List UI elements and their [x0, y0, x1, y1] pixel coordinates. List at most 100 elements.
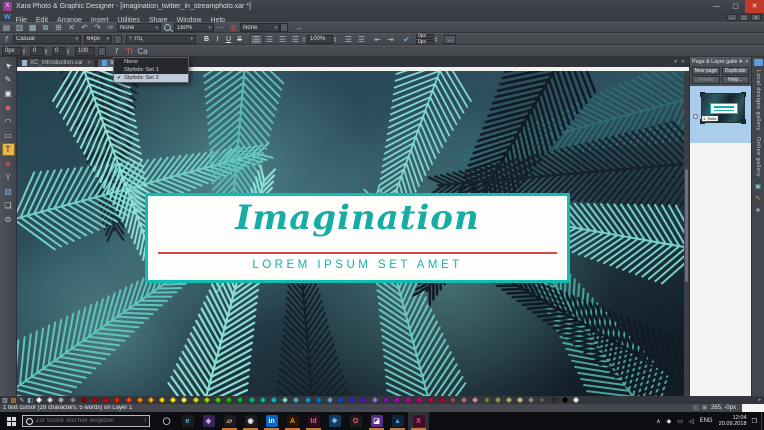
app-visual-studio[interactable]: ◆: [198, 412, 219, 430]
folder-icon[interactable]: [754, 59, 763, 66]
line-color-swatch[interactable]: [280, 23, 288, 32]
line-spacing-stepper2[interactable]: ▲▼: [333, 36, 338, 42]
color-swatch[interactable]: [483, 397, 490, 404]
tracking-field[interactable]: 0: [52, 47, 66, 56]
font-size-dropdown[interactable]: 64px▾: [84, 35, 112, 44]
app-indesign[interactable]: Id: [303, 412, 324, 430]
minimize-button[interactable]: —: [707, 0, 726, 13]
palette-options-icon[interactable]: ▥: [2, 397, 8, 404]
text-tool[interactable]: T: [2, 143, 15, 156]
more-options-button[interactable]: …: [444, 35, 456, 44]
app-xara-photo[interactable]: X: [408, 412, 429, 430]
selector-tool[interactable]: ➤: [2, 59, 15, 72]
numbered-list-icon[interactable]: ☰: [355, 35, 368, 44]
shadow-tool[interactable]: ❏: [2, 199, 15, 212]
effects-tool[interactable]: ▨: [2, 185, 15, 198]
notification-icon[interactable]: ❐: [752, 418, 757, 425]
app-opera[interactable]: O: [345, 412, 366, 430]
network-icon[interactable]: ▭: [677, 418, 683, 425]
color-swatch[interactable]: [92, 397, 99, 404]
open-folder-icon[interactable]: ▥: [13, 23, 26, 32]
fill-tool[interactable]: ◈: [2, 157, 15, 170]
feather-dropdown[interactable]: None▾: [117, 23, 161, 32]
color-editor-icon[interactable]: ▨: [11, 397, 17, 404]
color-swatch[interactable]: [304, 397, 311, 404]
color-swatch[interactable]: [573, 397, 580, 404]
task-view[interactable]: ◯: [156, 412, 177, 430]
stylistic-set-dropdown[interactable]: ¶ ттц▾: [126, 35, 196, 44]
volume-icon[interactable]: ◁: [689, 418, 694, 425]
tab-xc-introduction[interactable]: XC_Introduction.xar ✕: [17, 58, 96, 67]
close-button[interactable]: ✕: [745, 0, 764, 13]
color-swatch[interactable]: [136, 397, 143, 404]
line-spacing-field[interactable]: 100%: [307, 35, 333, 44]
doc-close-button[interactable]: ✕: [751, 14, 761, 21]
defender-icon[interactable]: ◆: [667, 418, 672, 425]
color-swatch[interactable]: [338, 397, 345, 404]
doc-restore-button[interactable]: ▢: [739, 14, 749, 21]
color-swatch[interactable]: [494, 397, 501, 404]
baseline-stepper[interactable]: ▲▼: [22, 48, 27, 54]
pin-icon[interactable]: ✚: [739, 59, 743, 65]
color-swatch[interactable]: [506, 397, 513, 404]
font-name-dropdown[interactable]: Casual▾: [13, 35, 81, 44]
color-swatch[interactable]: [192, 397, 199, 404]
text-color-button[interactable]: Tr: [123, 47, 136, 56]
color-swatch[interactable]: [215, 397, 222, 404]
tabbar-close-icon[interactable]: ✕: [681, 59, 685, 65]
canvas[interactable]: Imagination LOREM IPSUM SET AMET: [17, 67, 689, 396]
taskbar-clock[interactable]: 12:0420.09.2018: [719, 415, 747, 427]
color-swatch[interactable]: [170, 397, 177, 404]
page-radio[interactable]: [693, 114, 698, 119]
justify-button[interactable]: ☰: [289, 35, 302, 44]
taskbar-search[interactable]: ⁞: [22, 415, 150, 427]
color-swatch[interactable]: [528, 397, 535, 404]
current-color-icon[interactable]: ◧: [27, 397, 33, 404]
app-linkedin[interactable]: in: [261, 412, 282, 430]
designs-gallery-icon[interactable]: ▣: [755, 183, 761, 190]
gallery-tab-local-designs-gallery[interactable]: Local designs gallery: [755, 70, 761, 131]
bullet-list-icon[interactable]: ☰: [342, 35, 355, 44]
margin-fields[interactable]: 0px 0px: [416, 34, 434, 45]
app-acrobat[interactable]: ▲: [387, 412, 408, 430]
color-swatch[interactable]: [125, 397, 132, 404]
kerning-field[interactable]: 0: [30, 47, 44, 56]
color-swatch[interactable]: [405, 397, 412, 404]
subheading-text[interactable]: LOREM IPSUM SET AMET: [148, 259, 567, 271]
heading-text[interactable]: Imagination: [148, 196, 567, 242]
color-swatch[interactable]: [148, 397, 155, 404]
strikethrough-button[interactable]: S: [234, 36, 245, 43]
new-document-icon[interactable]: ▤: [0, 23, 13, 32]
doc-minimize-button[interactable]: —: [727, 14, 737, 21]
gallery-tab-online-gallery[interactable]: Online gallery: [755, 137, 761, 177]
menu-item-none[interactable]: None: [114, 58, 188, 66]
color-swatch[interactable]: [360, 397, 367, 404]
photo-tool[interactable]: ▣: [2, 87, 15, 100]
text-frame[interactable]: Imagination LOREM IPSUM SET AMET: [145, 193, 570, 283]
menu-item-stylistic-set-1[interactable]: Stylistic Set 1: [114, 66, 188, 74]
color-swatch[interactable]: [416, 397, 423, 404]
color-swatch[interactable]: [327, 397, 334, 404]
line-style-icon[interactable]: ⋯: [214, 23, 227, 32]
duplicate-button[interactable]: Duplicate: [722, 67, 750, 75]
color-swatch[interactable]: [226, 397, 233, 404]
color-swatch[interactable]: [461, 397, 468, 404]
palette-scroll-icon[interactable]: ▸: [758, 397, 761, 403]
undo-icon[interactable]: ↶: [78, 23, 91, 32]
color-swatch[interactable]: [282, 397, 289, 404]
erase-tool[interactable]: ◆: [2, 101, 15, 114]
color-swatch[interactable]: [383, 397, 390, 404]
redo-icon[interactable]: ↷: [91, 23, 104, 32]
search-input[interactable]: [36, 418, 144, 424]
color-swatch[interactable]: [349, 397, 356, 404]
start-button[interactable]: [0, 412, 22, 430]
color-swatch[interactable]: [539, 397, 546, 404]
share-arrow-icon[interactable]: →: [292, 23, 305, 32]
line-width-dropdown[interactable]: None▾: [240, 23, 280, 32]
grid-indicator-icon[interactable]: ⊞: [702, 405, 707, 411]
page-thumbnail[interactable]: 1. Seite: [701, 93, 745, 123]
color-swatch[interactable]: [550, 397, 557, 404]
color-swatch[interactable]: [271, 397, 278, 404]
color-swatch[interactable]: [103, 397, 110, 404]
delete-button[interactable]: Delete: [692, 76, 720, 84]
